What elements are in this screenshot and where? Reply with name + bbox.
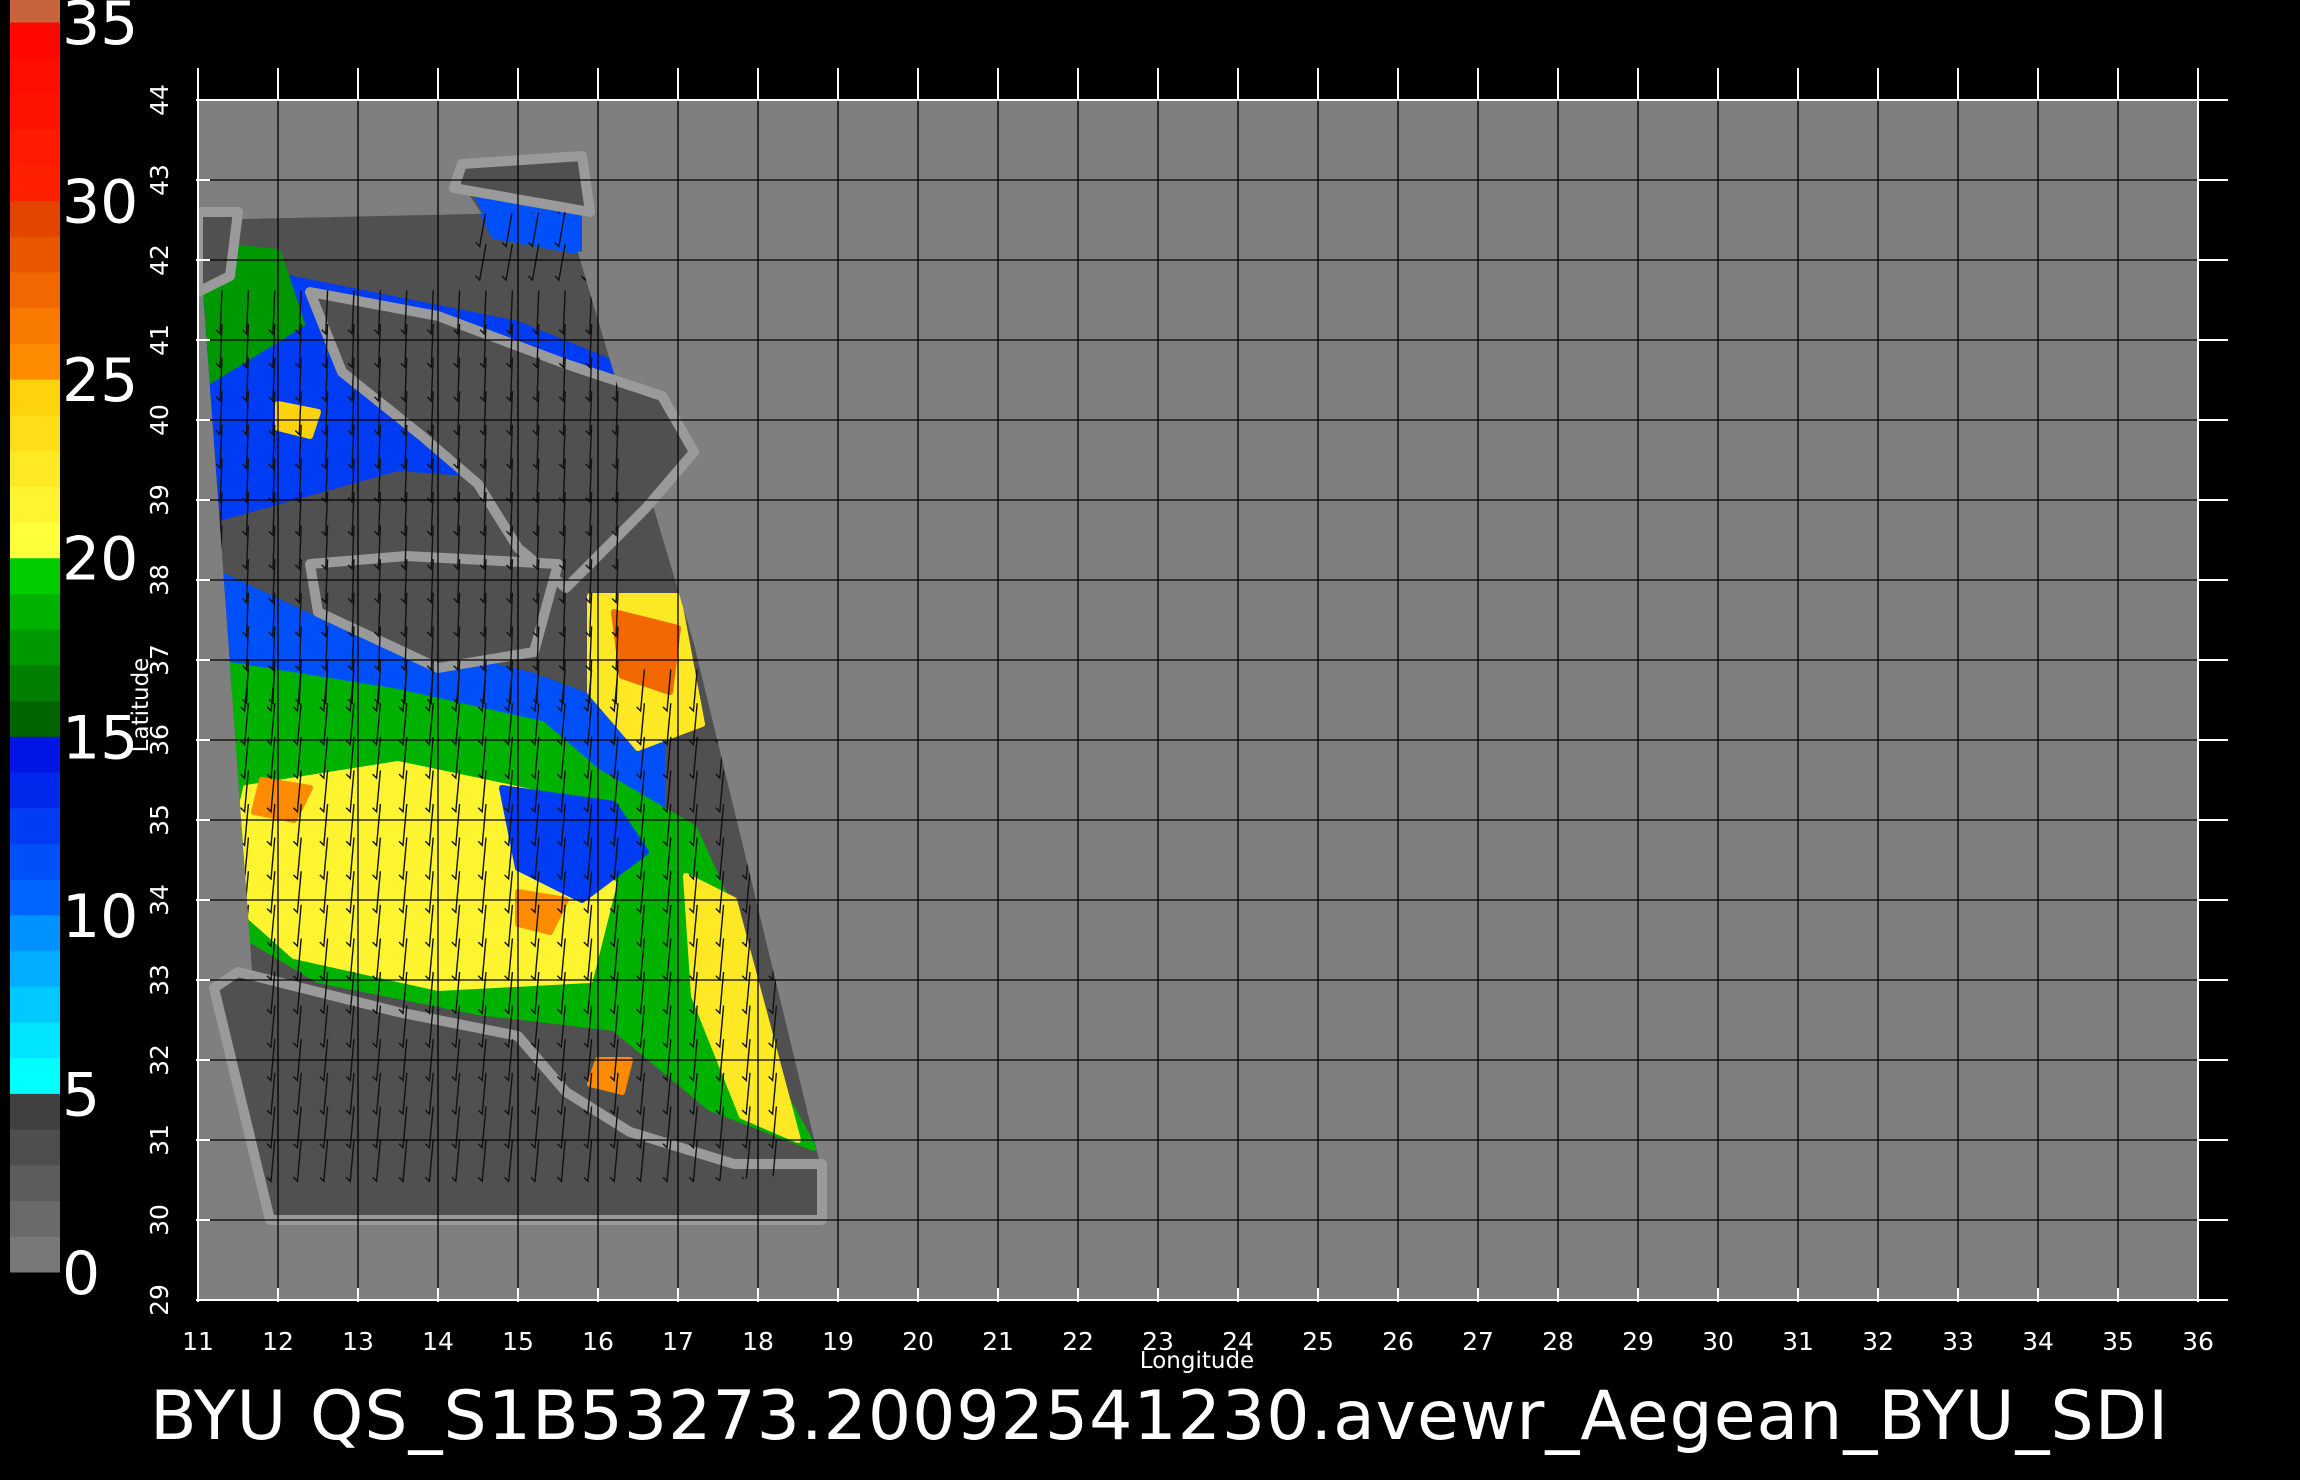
- latitude-tick-label: 42: [145, 244, 174, 276]
- latitude-tick-label: 44: [145, 84, 174, 116]
- longitude-tick-label: 21: [982, 1327, 1014, 1356]
- colorbar-segment: [10, 0, 60, 2]
- colorbar-labels: 0 5 10 15 20 25 30 35: [62, 0, 138, 1309]
- colorbar-segment: [10, 14, 60, 23]
- colorbar-label: 30: [62, 168, 138, 238]
- colorbar-segment: [10, 307, 60, 344]
- latitude-tick-label: 43: [145, 164, 174, 196]
- colorbar-segment: [10, 593, 60, 630]
- colorbar-segment: [10, 807, 60, 844]
- longitude-tick-label: 30: [1702, 1327, 1734, 1356]
- colorbar-label: 35: [62, 0, 138, 59]
- longitude-tick-label: 29: [1622, 1327, 1654, 1356]
- latitude-tick-label: 41: [145, 324, 174, 356]
- colorbar-segment: [10, 879, 60, 916]
- latitude-tick-label: 40: [145, 404, 174, 436]
- latitude-tick-label: 31: [145, 1124, 174, 1156]
- colorbar-segment: [10, 236, 60, 273]
- colorbar-segment: [10, 22, 60, 59]
- colorbar-label: 5: [62, 1060, 100, 1130]
- colorbar-segment: [10, 0, 60, 9]
- colorbar-label: 25: [62, 346, 138, 416]
- latitude-tick-label: 39: [145, 484, 174, 516]
- colorbar-segment: [10, 379, 60, 416]
- colorbar-segment: [10, 164, 60, 202]
- longitude-tick-label: 13: [342, 1327, 374, 1356]
- colorbar-segment: [10, 450, 60, 487]
- latitude-tick-label: 32: [145, 1044, 174, 1076]
- colorbar-segment: [10, 986, 60, 1023]
- colorbar-segment: [10, 522, 60, 559]
- colorbar-segment: [10, 1057, 60, 1094]
- latitude-tick-label: 35: [145, 804, 174, 836]
- longitude-tick-label: 33: [1942, 1327, 1974, 1356]
- longitude-tick-label: 26: [1382, 1327, 1414, 1356]
- latitude-tick-label: 30: [145, 1204, 174, 1236]
- longitude-tick-label: 27: [1462, 1327, 1494, 1356]
- colorbar-segment: [10, 914, 60, 952]
- colorbar-segment: [10, 736, 60, 773]
- map-plot-area: [196, 68, 2228, 1302]
- colorbar-segment: [10, 57, 60, 94]
- longitude-tick-label: 34: [2022, 1327, 2054, 1356]
- longitude-tick-label: 25: [1302, 1327, 1334, 1356]
- latitude-tick-label: 29: [145, 1284, 174, 1316]
- y-axis-title: Latitude: [128, 658, 154, 753]
- longitude-tick-label: 14: [422, 1327, 454, 1356]
- colorbar-segment: [10, 1236, 60, 1273]
- colorbar-label: 20: [62, 525, 138, 595]
- colorbar-segment: [10, 772, 60, 809]
- colorbar-segment: [10, 414, 60, 452]
- colorbar-segment: [10, 1022, 60, 1059]
- colorbar-segment: [10, 7, 60, 16]
- colorbar-segment: [10, 843, 60, 880]
- colorbar-segment: [10, 1093, 60, 1130]
- longitude-tick-label: 35: [2102, 1327, 2134, 1356]
- colorbar-segment: [10, 1129, 60, 1166]
- colorbar-segment: [10, 664, 60, 702]
- wind-speed-region: [587, 1057, 633, 1095]
- longitude-tick-label: 20: [902, 1327, 934, 1356]
- colorbar-segment: [10, 700, 60, 737]
- colorbar-label: 0: [62, 1239, 100, 1309]
- longitude-tick-label: 28: [1542, 1327, 1574, 1356]
- colorbar-label: 15: [62, 703, 138, 773]
- wind-map-scene: 0 5 10 15 20 25 30 35 11 12 13 14 15 16 17 18 19 20 21 22 2…: [10, 0, 2228, 1374]
- wind-speed-colorbar: [10, 0, 60, 1273]
- land-sardinia-corsica: [198, 207, 243, 297]
- colorbar-segment: [10, 1200, 60, 1237]
- colorbar-segment: [10, 950, 60, 987]
- longitude-tick-label: 12: [262, 1327, 294, 1356]
- longitude-tick-label: 22: [1062, 1327, 1094, 1356]
- latitude-tick-label: 38: [145, 564, 174, 596]
- longitude-tick-label: 19: [822, 1327, 854, 1356]
- colorbar-segment: [10, 129, 60, 166]
- latitude-tick-label: 34: [145, 884, 174, 916]
- longitude-tick-label: 18: [742, 1327, 774, 1356]
- colorbar-segment: [10, 272, 60, 309]
- longitude-tick-label: 31: [1782, 1327, 1814, 1356]
- colorbar-segment: [10, 1164, 60, 1202]
- colorbar-segment: [10, 557, 60, 594]
- colorbar-label: 10: [62, 882, 138, 952]
- colorbar-segment: [10, 200, 60, 237]
- colorbar-segment: [10, 486, 60, 523]
- image-caption: BYU QS_S1B53273.20092541230.avewr_Aegean…: [150, 1377, 2170, 1456]
- longitude-tick-label: 16: [582, 1327, 614, 1356]
- colorbar-segment: [10, 343, 60, 380]
- longitude-tick-label: 15: [502, 1327, 534, 1356]
- longitude-tick-label: 17: [662, 1327, 694, 1356]
- latitude-tick-label: 33: [145, 964, 174, 996]
- longitude-tick-label: 11: [182, 1327, 214, 1356]
- longitude-tick-label: 32: [1862, 1327, 1894, 1356]
- colorbar-segment: [10, 93, 60, 130]
- longitude-tick-label: 36: [2182, 1327, 2214, 1356]
- colorbar-segment: [10, 629, 60, 666]
